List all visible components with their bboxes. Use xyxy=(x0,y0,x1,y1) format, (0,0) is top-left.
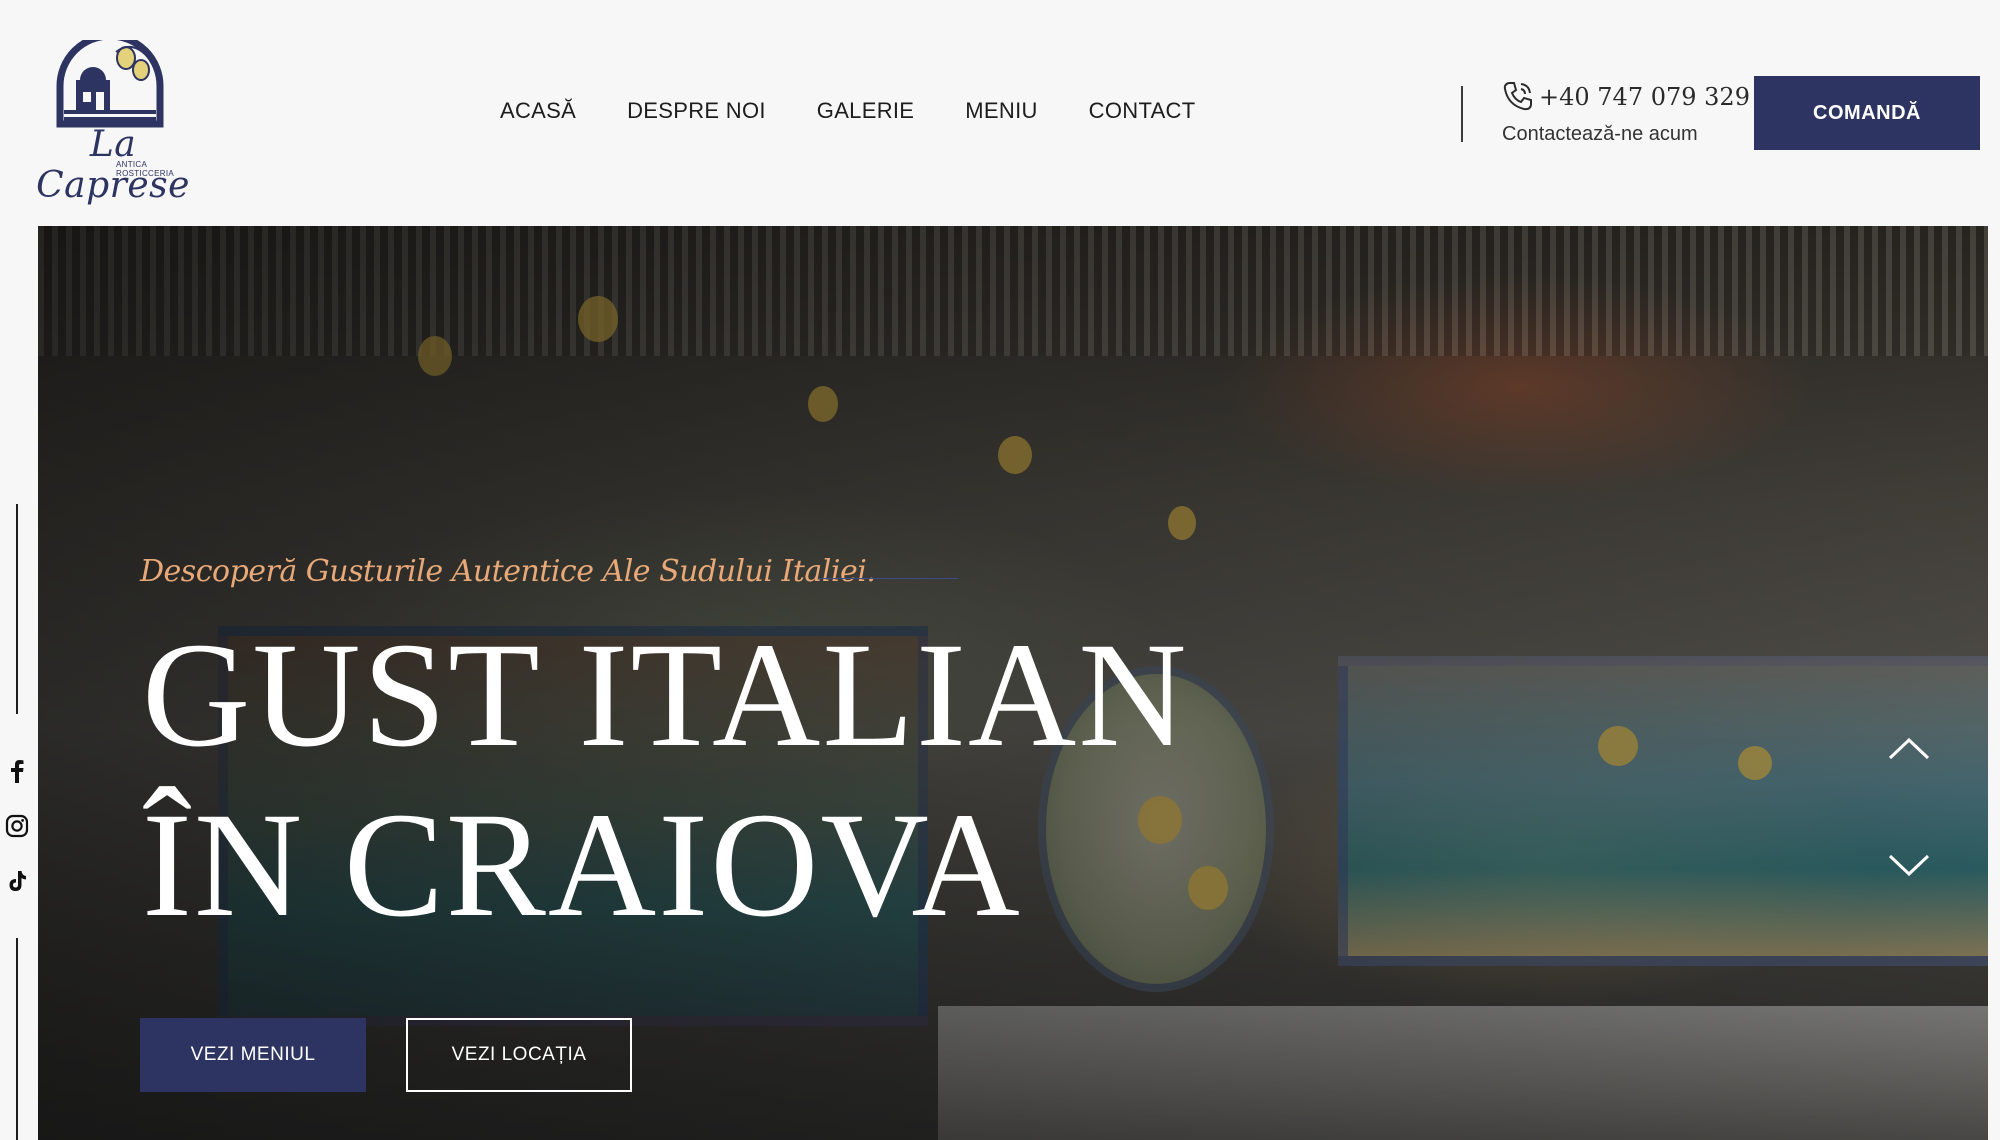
hero-tagline: Descoperă Gusturile Autentice Ale Sudulu… xyxy=(140,554,876,589)
social-rail-bottom-line xyxy=(16,938,18,1140)
site-logo[interactable]: La Caprese ANTICA ROSTICCERIA xyxy=(28,40,198,206)
tiktok-icon[interactable] xyxy=(4,868,30,894)
view-location-button[interactable]: VEZI LOCAȚIA xyxy=(406,1018,632,1092)
hero-headline: GUST ITALIAN ÎN CRAIOVA xyxy=(142,610,1189,950)
facebook-icon[interactable] xyxy=(4,758,30,784)
phone-icon[interactable] xyxy=(1502,80,1534,112)
chevron-up-icon[interactable] xyxy=(1886,734,1932,764)
contact-subtitle: Contactează-ne acum xyxy=(1502,123,1698,145)
instagram-icon[interactable] xyxy=(4,813,30,839)
chevron-down-icon[interactable] xyxy=(1886,850,1932,880)
hero-headline-line-2: ÎN CRAIOVA xyxy=(142,782,1022,948)
phone-number-link[interactable]: +40 747 079 329 xyxy=(1539,83,1750,111)
nav-item-acasa[interactable]: ACASĂ xyxy=(500,98,576,128)
nav-item-galerie[interactable]: GALERIE xyxy=(817,98,914,128)
hero-headline-line-1: GUST ITALIAN xyxy=(142,612,1189,778)
social-rail-top-line xyxy=(16,504,18,714)
header-divider xyxy=(1461,86,1463,142)
order-button[interactable]: COMANDĂ xyxy=(1754,76,1980,150)
view-menu-button[interactable]: VEZI MENIUL xyxy=(140,1018,366,1092)
hero-banner: Descoperă Gusturile Autentice Ale Sudulu… xyxy=(38,226,1988,1140)
nav-item-meniu[interactable]: MENIU xyxy=(965,98,1037,128)
logo-subtitle: ANTICA ROSTICCERIA xyxy=(116,160,174,178)
nav-item-contact[interactable]: CONTACT xyxy=(1089,98,1196,128)
nav-item-despre-noi[interactable]: DESPRE NOI xyxy=(627,98,766,128)
logo-emblem-icon xyxy=(56,40,164,128)
tagline-decor-line xyxy=(818,578,958,579)
main-nav: ACASĂ DESPRE NOI GALERIE MENIU CONTACT xyxy=(500,98,1195,128)
